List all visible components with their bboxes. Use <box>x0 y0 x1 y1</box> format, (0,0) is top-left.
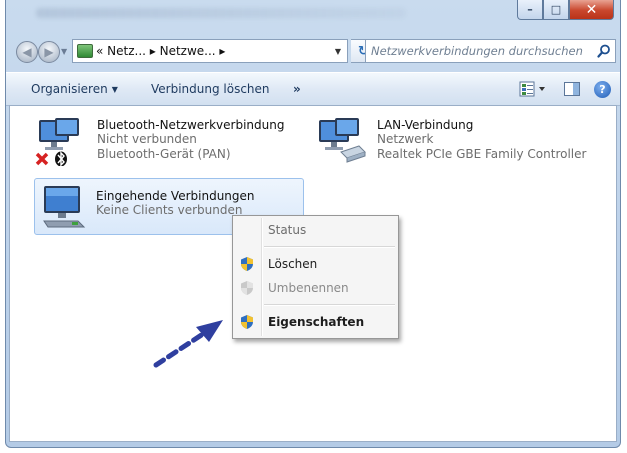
address-dropdown-icon[interactable]: ▼ <box>329 47 347 56</box>
connection-device: Realtek PCIe GBE Family Controller <box>377 147 587 161</box>
window-controls: – □ ✕ <box>517 0 614 21</box>
connection-name: Eingehende Verbindungen <box>96 189 255 203</box>
organize-label: Organisieren <box>31 82 108 96</box>
minimize-button[interactable]: – <box>517 0 543 20</box>
menu-item-label: Eigenschaften <box>268 315 365 329</box>
connection-status: Nicht verbunden <box>97 132 197 146</box>
forward-button[interactable]: ▶ <box>38 41 60 63</box>
command-bar: Organisieren ▼ Verbindung löschen » ? <box>6 72 620 106</box>
navigation-row: ◀ ▶ ▼ « Netz... ▸ Netzwe... ▸ ▼ ↻ Netzwe… <box>6 38 620 66</box>
uac-shield-icon <box>239 280 255 299</box>
organize-menu[interactable]: Organisieren ▼ <box>31 82 118 96</box>
connection-bluetooth[interactable]: Bluetooth-Netzwerkverbindung Nicht verbu… <box>35 113 305 173</box>
connection-name: LAN-Verbindung <box>377 118 474 132</box>
connection-name: Bluetooth-Netzwerkverbindung <box>97 118 285 132</box>
connection-lan[interactable]: LAN-Verbindung Netzwerk Realtek PCIe GBE… <box>315 113 605 173</box>
bluetooth-network-icon <box>35 116 91 169</box>
context-menu: Status Löschen Umbenennen Eigenschaften <box>232 215 399 339</box>
breadcrumb[interactable]: « Netz... ▸ Netzwe... ▸ <box>96 44 329 58</box>
menu-separator <box>264 304 395 306</box>
menu-item-label: Löschen <box>268 257 318 271</box>
menu-item-rename[interactable]: Umbenennen <box>233 277 398 299</box>
title-bar[interactable]: – □ ✕ <box>6 0 620 30</box>
help-button[interactable]: ? <box>594 81 611 98</box>
chevron-down-icon: ▼ <box>111 85 118 94</box>
lan-network-icon <box>315 116 371 169</box>
menu-item-delete[interactable]: Löschen <box>233 253 398 275</box>
preview-pane-icon[interactable] <box>563 80 581 101</box>
menu-item-label: Umbenennen <box>268 281 349 295</box>
blurred-title-text <box>36 8 406 18</box>
menu-item-label: Status <box>268 223 307 237</box>
maximize-button[interactable]: □ <box>543 0 569 20</box>
back-button[interactable]: ◀ <box>16 41 38 63</box>
address-bar[interactable]: « Netz... ▸ Netzwe... ▸ ▼ <box>72 39 348 63</box>
view-options-icon[interactable] <box>518 80 548 101</box>
incoming-connection-icon <box>38 183 90 234</box>
recent-pages-dropdown-icon[interactable]: ▼ <box>61 47 67 56</box>
menu-item-status[interactable]: Status <box>233 219 398 241</box>
connection-status: Keine Clients verbunden <box>96 203 243 217</box>
connection-status: Netzwerk <box>377 132 434 146</box>
menu-item-properties[interactable]: Eigenschaften <box>233 311 398 333</box>
explorer-window: – □ ✕ ◀ ▶ ▼ « Netz... ▸ Netzwe... ▸ ▼ ↻ … <box>5 0 621 448</box>
connections-pane: Bluetooth-Netzwerkverbindung Nicht verbu… <box>9 105 617 442</box>
more-commands-button[interactable]: » <box>293 82 301 96</box>
uac-shield-icon <box>239 256 255 275</box>
search-icon[interactable] <box>593 44 615 58</box>
uac-shield-icon <box>239 314 255 333</box>
delete-connection-button[interactable]: Verbindung löschen <box>151 82 270 96</box>
connection-device: Bluetooth-Gerät (PAN) <box>97 147 231 161</box>
close-button[interactable]: ✕ <box>569 0 614 20</box>
search-box[interactable]: Netzwerkverbindungen durchsuchen <box>365 39 616 63</box>
control-panel-icon <box>77 44 93 58</box>
search-input[interactable]: Netzwerkverbindungen durchsuchen <box>366 44 593 58</box>
annotation-arrow-icon <box>153 320 223 368</box>
menu-separator <box>264 246 395 248</box>
